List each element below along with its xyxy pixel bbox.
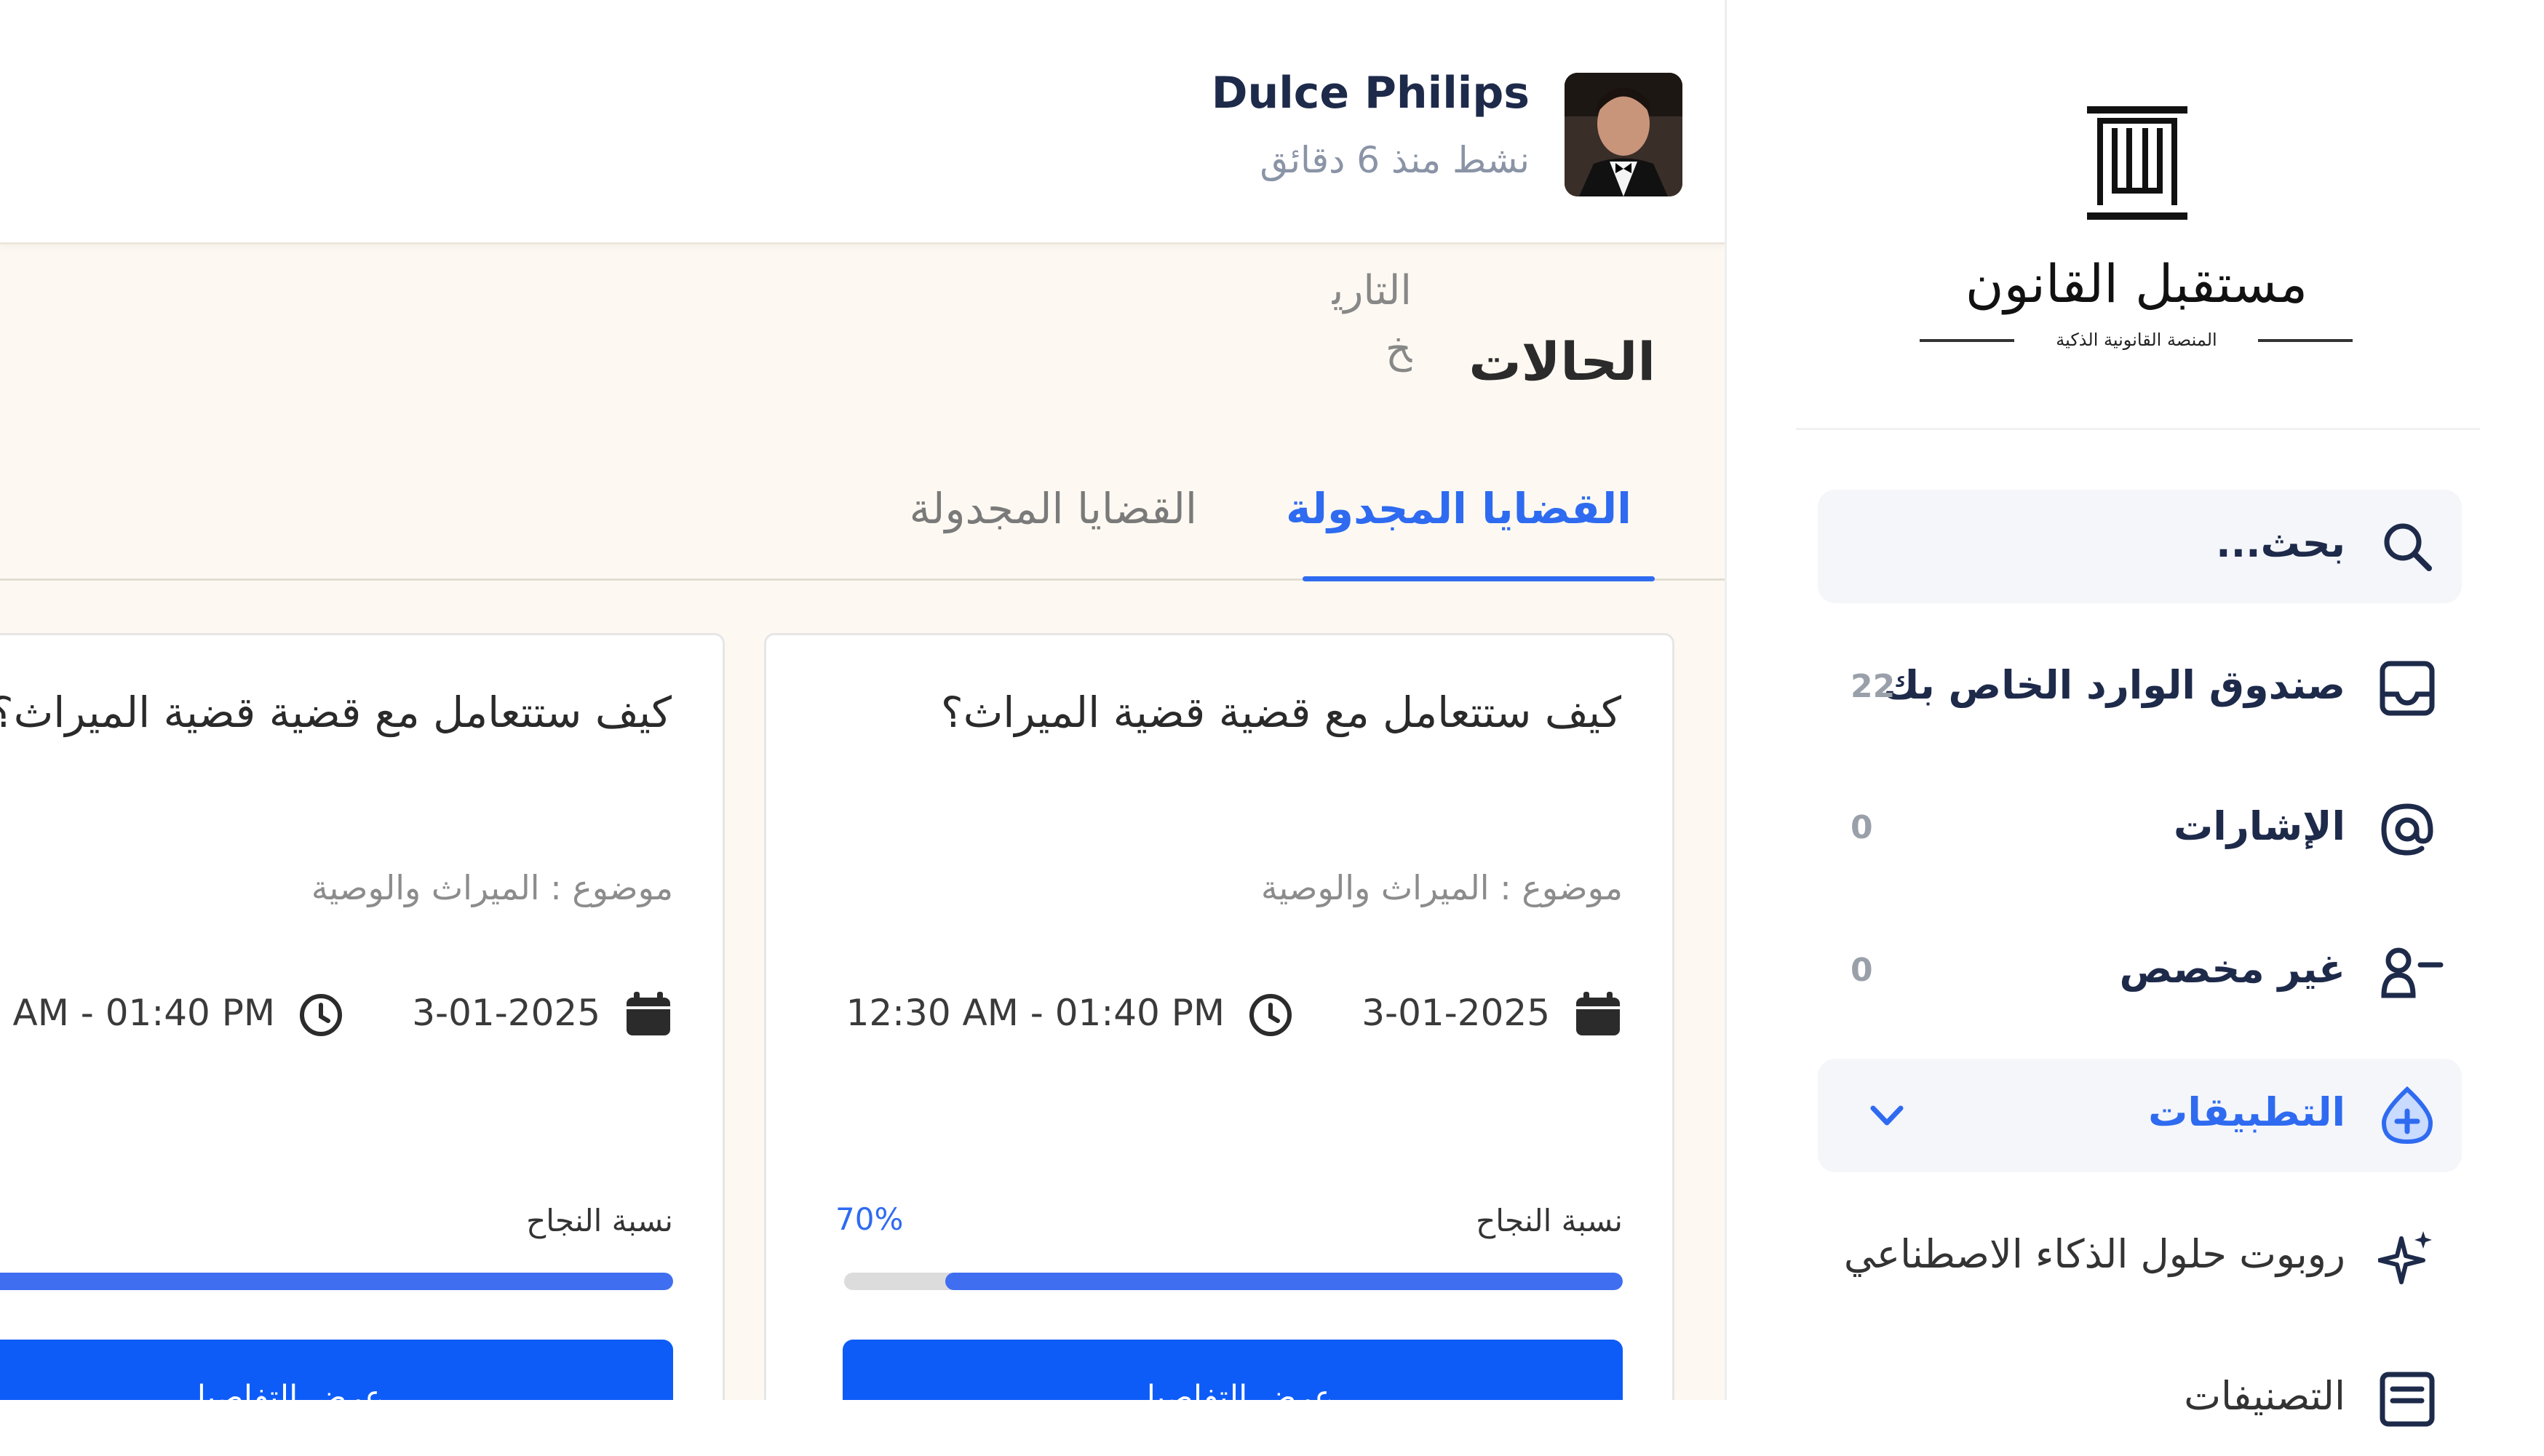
case-card: كيف ستتعامل مع قضية قضية الميراث؟ موضوع … [764,633,1674,1400]
page-title: الحالات [1468,331,1655,392]
case-date: 3-01-2025 [1361,984,1623,1043]
sidebar-item-label: الإشارات [2174,803,2345,849]
success-rate-label: نسبة النجاح [1476,1203,1623,1238]
sidebar-item-label: روبوت حلول الذكاء الاصطناعي [1843,1231,2345,1277]
sidebar-item-count: 22 [1851,668,1896,705]
sidebar-item-categories[interactable]: التصنيفات [1818,1342,2462,1456]
clock-icon [298,992,344,1041]
brand-rule-right [2258,339,2353,342]
sidebar-item-label: التصنيفات [2184,1373,2345,1419]
case-topic: موضوع : الميراث والوصية [311,868,673,907]
user-name: Dulce Philips [1211,68,1530,119]
search-placeholder: بحث... [2216,520,2345,566]
case-time: 12:30 AM - 01:40 PM [846,984,1294,1043]
sidebar-item-label: صندوق الوارد الخاص بك [1883,662,2345,708]
sidebar-item-count: 0 [1851,952,1873,989]
sidebar: مستقبل القانون المنصة القانونية الذكية ب… [1725,0,2544,1427]
top-bar: Dulce Philips نشط منذ 6 دقائق [0,0,1725,244]
sidebar-item-apps[interactable]: التطبيقات [1818,1059,2462,1172]
calendar-icon [1573,990,1623,1041]
active-tab-indicator [1303,576,1655,581]
avatar[interactable] [1565,73,1682,196]
case-title: كيف ستتعامل مع قضية قضية الميراث؟ [940,688,1621,737]
main-content: Dulce Philips نشط منذ 6 دقائق الحالات ال… [0,0,1725,1400]
success-progress-fill [0,1273,673,1290]
sidebar-divider [1796,428,2480,430]
at-icon [2378,800,2436,859]
search-icon [2378,517,2436,576]
sidebar-item-ai-bot[interactable]: روبوت حلول الذكاء الاصطناعي [1818,1201,2462,1314]
brand-name: مستقبل القانون [1965,253,2308,314]
success-progress-bar [844,1273,1623,1290]
sidebar-item-label: غير مخصص [2119,946,2345,992]
clock-icon [1247,992,1294,1041]
case-card: كيف ستتعامل مع قضية قضية الميراث؟ موضوع … [0,633,725,1400]
pillar-logo-icon [2084,102,2190,226]
chevron-down-icon[interactable] [1869,1101,1905,1130]
case-title: كيف ستتعامل مع قضية قضية الميراث؟ [0,688,672,737]
tab-scheduled-cases[interactable]: القضايا المجدولة [1286,484,1631,533]
view-details-button[interactable]: عرض التفاصيل [0,1340,673,1400]
brand-subtitle: المنصة القانونية الذكية [2056,330,2217,350]
search-input[interactable]: بحث... [1818,490,2462,603]
success-progress-fill [945,1273,1623,1290]
success-progress-bar [0,1273,673,1290]
list-icon [2378,1370,2436,1428]
sidebar-item-mentions[interactable]: الإشارات 0 [1818,773,2462,886]
success-rate-value: 70% [835,1201,904,1237]
apps-plus-icon [2378,1086,2436,1145]
view-details-button[interactable]: عرض التفاصيل [843,1340,1623,1400]
calendar-icon [624,990,673,1041]
inbox-icon [2378,659,2436,717]
sidebar-item-label: التطبيقات [2148,1089,2345,1135]
case-topic: موضوع : الميراث والوصية [1260,868,1623,907]
sidebar-item-inbox[interactable]: صندوق الوارد الخاص بك 22 [1818,632,2462,745]
case-date: 3-01-2025 [411,984,673,1043]
tab-scheduled-cases-secondary[interactable]: القضايا المجدولة [910,484,1197,533]
case-time: 12:30 AM - 01:40 PM [0,984,344,1043]
user-status: نشط منذ 6 دقائق [1260,139,1530,181]
user-minus-icon [2378,943,2444,1001]
sidebar-item-unassigned[interactable]: غير مخصص 0 [1818,915,2462,1029]
sparkle-icon [2377,1228,2436,1286]
sidebar-item-count: 0 [1851,809,1873,846]
success-rate-label: نسبة النجاح [526,1203,673,1238]
date-column-label: التاريخ [1332,267,1412,373]
